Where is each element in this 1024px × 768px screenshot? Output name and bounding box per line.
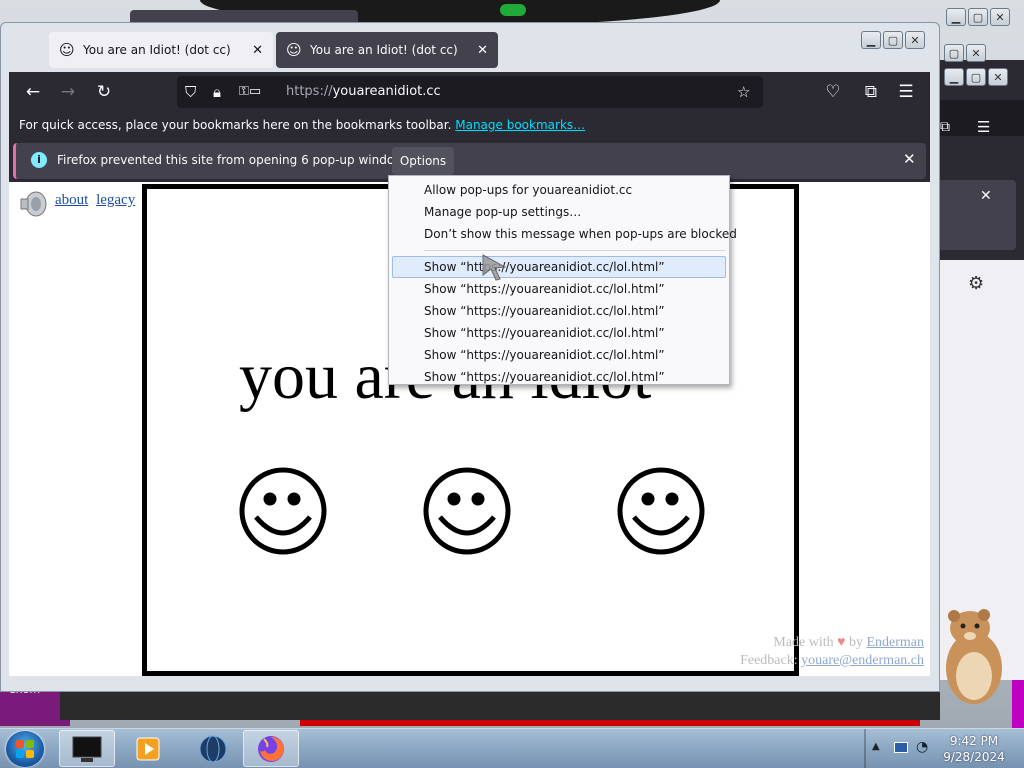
bookmarks-hint: For quick access, place your bookmarks h… [19, 118, 452, 132]
author-link[interactable]: Enderman [866, 635, 924, 650]
extensions-icon[interactable]: ⧉ [940, 119, 950, 135]
pocket-icon[interactable]: ♡ [821, 80, 845, 104]
green-indicator [500, 4, 526, 16]
speaker-icon[interactable] [18, 190, 48, 218]
extensions-icon[interactable]: ⧉ [859, 80, 883, 104]
close-notification-icon[interactable]: ✕ [903, 150, 916, 168]
allow-popups-item[interactable]: Allow pop-ups for youareanidiot.cc [389, 179, 729, 201]
url-text: https://youareanidiot.cc [286, 84, 441, 99]
smiley-icon: ☺ [286, 41, 302, 59]
dont-show-message-item[interactable]: Don’t show this message when pop-ups are… [389, 223, 737, 245]
mouse-cursor-icon [482, 254, 507, 281]
back-arrow-icon[interactable]: ← [21, 80, 45, 104]
popup-options-menu: Allow pop-ups for youareanidiot.cc Manag… [388, 175, 737, 388]
navigation-toolbar: ← → ↻ ⛉ 🔒︎ ⚿▭ https://youareanidiot.cc ☆… [9, 72, 930, 112]
globe-icon [199, 735, 227, 762]
permissions-icon[interactable]: ⚿▭ [239, 84, 261, 99]
background-window-controls-b: ▁ ▢ ✕ [944, 68, 1008, 86]
network-icon[interactable] [894, 742, 908, 753]
options-button[interactable]: Options [392, 147, 454, 175]
volume-icon[interactable]: ◔ [916, 739, 928, 755]
windows-logo-icon [16, 740, 34, 758]
show-popup-item[interactable]: Show “https://youareanidiot.cc/lol.html” [392, 256, 726, 278]
heart-icon: ♥ [837, 635, 846, 650]
close-button[interactable]: ✕ [966, 44, 986, 62]
background-notification [938, 180, 1016, 250]
show-popup-item[interactable]: Show “https://youareanidiot.cc/lol.html” [389, 366, 729, 388]
tab-title: You are an Idiot! (dot cc) [83, 43, 231, 57]
smiley-icon [617, 467, 705, 555]
show-popup-item[interactable]: Show “https://youareanidiot.cc/lol.html” [389, 322, 729, 344]
smiley-icon: ☺ [59, 41, 75, 59]
close-button[interactable]: ✕ [988, 68, 1008, 86]
show-popup-item[interactable]: Show “https://youareanidiot.cc/lol.html” [389, 344, 729, 366]
restore-button[interactable]: ▢ [968, 8, 988, 26]
minimize-button[interactable]: ▁ [944, 68, 964, 86]
manage-popup-settings-item[interactable]: Manage pop-up settings… [389, 201, 729, 223]
forward-arrow-icon[interactable]: → [56, 80, 80, 104]
tray-expand-icon[interactable]: ▲ [872, 741, 880, 752]
made-with-line: Made with ♥ by Enderman [773, 635, 924, 650]
menu-icon[interactable]: ☰ [977, 118, 990, 136]
taskbar-app-monitor[interactable] [59, 730, 115, 767]
show-popup-item[interactable]: Show “https://youareanidiot.cc/lol.html” [389, 278, 729, 300]
monitor-icon [72, 736, 102, 762]
url-bar[interactable]: ⛉ 🔒︎ ⚿▭ https://youareanidiot.cc ☆ [177, 76, 763, 108]
taskbar-app-firefox[interactable] [243, 730, 299, 767]
gear-icon[interactable]: ⚙ [968, 273, 984, 294]
menu-separator [424, 250, 726, 251]
close-icon[interactable]: ✕ [980, 188, 992, 204]
background-firefox-window: ⧉ ☰ ✕ ⚙ [930, 60, 1024, 680]
background-window-controls-a: ▢ ✕ [944, 44, 986, 62]
feedback-email-link[interactable]: youare@enderman.ch [801, 653, 924, 668]
taskbar: ▲ ◔ 9:42 PM 9/28/2024 [0, 728, 1024, 768]
clock-time: 9:42 PM [949, 734, 999, 748]
media-player-icon [136, 737, 160, 760]
close-tab-icon[interactable]: ✕ [252, 43, 263, 58]
feedback-line: Feedback: youare@enderman.ch [740, 653, 924, 668]
hamster-icon [946, 609, 1002, 704]
tab-title: You are an Idiot! (dot cc) [310, 43, 458, 57]
close-button[interactable]: ✕ [990, 8, 1010, 26]
tab-bar: ☺ You are an Idiot! (dot cc) ✕ ☺ You are… [9, 28, 930, 72]
minimize-button[interactable]: ▁ [946, 8, 966, 26]
tab-idiot-2[interactable]: ☺ You are an Idiot! (dot cc) ✕ [276, 32, 498, 68]
background-pink-strip [1012, 676, 1024, 728]
close-tab-icon[interactable]: ✕ [477, 43, 488, 58]
manage-bookmarks-link[interactable]: Manage bookmarks… [455, 118, 585, 132]
start-button[interactable] [6, 731, 44, 767]
smiley-icon [239, 467, 327, 555]
bookmarks-toolbar: For quick access, place your bookmarks h… [9, 112, 930, 140]
lock-icon[interactable]: 🔒︎ [213, 83, 221, 101]
tab-idiot-1[interactable]: ☺ You are an Idiot! (dot cc) ✕ [49, 32, 273, 68]
restore-button[interactable]: ▢ [944, 44, 964, 62]
shield-icon[interactable]: ⛉ [185, 83, 196, 101]
reload-icon[interactable]: ↻ [92, 80, 116, 104]
about-link[interactable]: about [55, 192, 88, 208]
bookmark-star-icon[interactable]: ☆ [737, 83, 750, 101]
taskbar-app-globe[interactable] [185, 730, 241, 767]
menu-icon[interactable]: ☰ [894, 80, 918, 104]
clock-date: 9/28/2024 [943, 750, 1005, 764]
show-popup-item[interactable]: Show “https://youareanidiot.cc/lol.html” [389, 300, 729, 322]
credits: Made with ♥ by Enderman Feedback: youare… [740, 634, 924, 670]
taskbar-app-media[interactable] [120, 730, 176, 767]
clock[interactable]: 9:42 PM 9/28/2024 [940, 733, 1008, 765]
restore-button[interactable]: ▢ [966, 68, 986, 86]
notification-message: Firefox prevented this site from opening… [57, 153, 415, 167]
firefox-icon [258, 735, 284, 762]
smiley-icon [423, 467, 511, 555]
background-window-controls-c: ▁ ▢ ✕ [946, 8, 1010, 26]
background-red-strip [300, 720, 920, 726]
info-icon: i [31, 152, 47, 168]
legacy-link[interactable]: legacy [96, 192, 135, 208]
